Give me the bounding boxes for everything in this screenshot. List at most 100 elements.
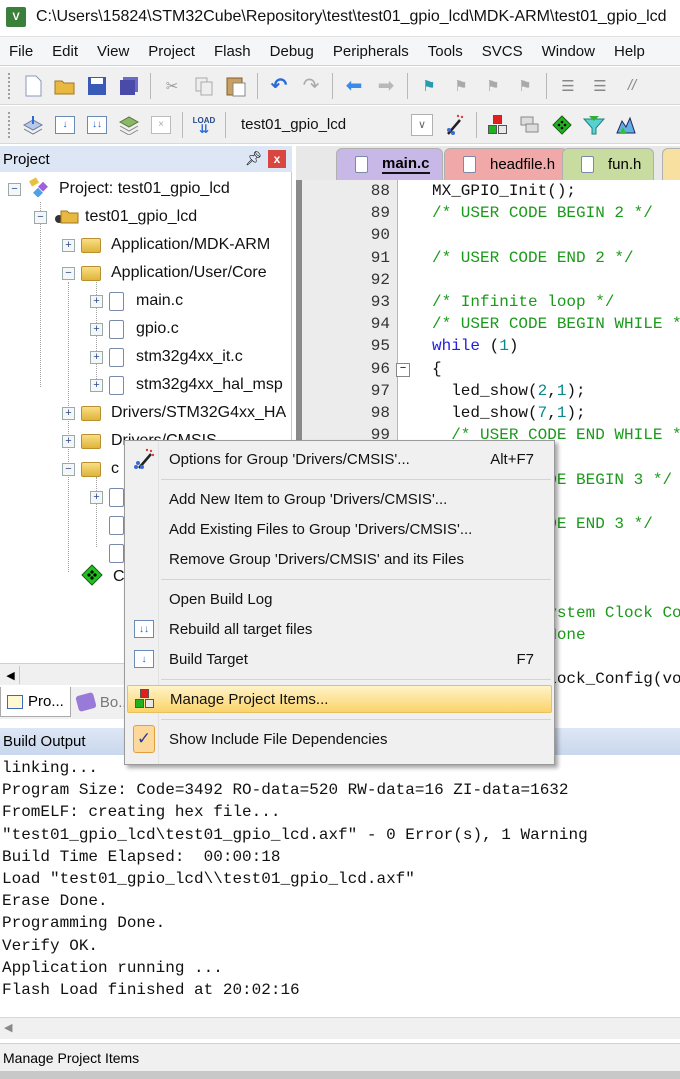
expand-icon[interactable]: + [90,322,103,336]
tree-item[interactable]: + Application/MDK-ARM [62,232,270,258]
line-number: 88 [370,182,390,200]
collapse-icon[interactable]: − [62,462,75,476]
stop-build-icon[interactable]: × [148,112,174,138]
menu-item-show-include-file-dependencies[interactable]: ✓ Show Include File Dependencies [127,725,552,753]
copy-icon[interactable] [191,73,217,99]
line-number: 97 [370,381,390,400]
build-output-pane[interactable]: linking... Program Size: Code=3492 RO-dat… [0,755,680,1017]
menu-edit[interactable]: Edit [43,43,88,60]
menu-peripherals[interactable]: Peripherals [324,43,419,60]
menu-item-build-target[interactable]: ↓ Build Target F7 [127,645,552,673]
open-folder-icon[interactable] [52,73,78,99]
download-icon[interactable]: LOAD ⇊ [191,112,217,138]
pin-icon[interactable]: 📌︎ [245,150,263,167]
expand-icon[interactable]: + [62,406,75,420]
back-arrow-icon[interactable]: ⬅ [341,73,367,99]
tree-item[interactable]: + stm32g4xx_hal_msp [90,372,283,398]
menu-item-manage-project-items[interactable]: Manage Project Items... [127,685,552,713]
expand-icon[interactable]: + [90,294,103,308]
menu-tools[interactable]: Tools [419,43,473,60]
target-options-icon[interactable] [442,112,468,138]
tree-item[interactable]: − Project: test01_gpio_lcd [8,176,230,202]
menu-file[interactable]: File [0,43,43,60]
runtime-env-icon[interactable] [613,112,639,138]
translate-icon[interactable] [20,112,46,138]
menu-item-options-for-group-drivers-cmsis[interactable]: Options for Group 'Drivers/CMSIS'... Alt+… [127,445,552,473]
tree-item[interactable]: − test01_gpio_lcd [34,204,197,230]
menu-svcs[interactable]: SVCS [473,43,533,60]
output-horizontal-scrollbar[interactable]: ◀ [0,1017,680,1039]
menu-item-add-existing-files-to-group-drivers-cmsis[interactable]: Add Existing Files to Group 'Drivers/CMS… [127,515,552,543]
tree-item[interactable]: − c [62,456,119,482]
project-tab-icon [7,694,23,709]
tree-item[interactable]: + Drivers/STM32G4xx_HA [62,400,286,426]
menu-view[interactable]: View [88,43,139,60]
scroll-left-icon[interactable]: ◀ [2,666,20,684]
new-file-icon[interactable] [20,73,46,99]
menu-item-rebuild-all-target-files[interactable]: ↓↓ Rebuild all target files [127,615,552,643]
toolbar-separator [257,72,258,99]
component-icon [81,563,103,591]
toolbar-grip[interactable] [8,72,11,99]
tab-fun-h[interactable]: fun.h [562,148,655,180]
cut-icon[interactable]: ✂ [159,73,185,99]
menu-project[interactable]: Project [139,43,205,60]
code-token: led_show( [432,381,538,400]
collapse-icon[interactable]: − [34,210,47,224]
collapse-icon[interactable]: − [62,266,75,280]
indent-icon[interactable]: ☰ [555,73,581,99]
menu-flash[interactable]: Flash [205,43,261,60]
undo-icon[interactable]: ↶ [266,73,292,99]
bookmark-icon[interactable]: ⚑ [416,73,442,99]
menu-item-remove-group-drivers-cmsis-and-its-files[interactable]: Remove Group 'Drivers/CMSIS' and its Fil… [127,545,552,573]
tree-item[interactable]: + gpio.c [90,316,179,342]
collapse-icon[interactable]: − [8,182,21,196]
event-recorder-icon[interactable] [581,112,607,138]
expand-icon[interactable]: + [62,434,75,448]
unindent-icon[interactable]: ☰ [587,73,613,99]
target-dropdown-button[interactable]: ∨ [411,113,433,136]
tab-headfile-h[interactable]: headfile.h [444,148,569,180]
menu-item-add-new-item-to-group-drivers-cmsis[interactable]: Add New Item to Group 'Drivers/CMSIS'... [127,485,552,513]
redo-icon[interactable]: ↷ [298,73,324,99]
fold-collapse-icon[interactable]: − [396,362,410,377]
expand-icon[interactable]: + [62,238,75,252]
forward-arrow-icon[interactable]: ➡ [373,73,399,99]
folder-icon [81,237,101,253]
tree-item-label: Drivers/STM32G4xx_HA [111,404,287,421]
next-bookmark-icon[interactable]: ⚑ [480,73,506,99]
tab-project[interactable]: Pro... [0,687,71,717]
prev-bookmark-icon[interactable]: ⚑ [448,73,474,99]
scroll-left-icon[interactable]: ◀ [4,1021,12,1034]
tree-item[interactable]: + main.c [90,288,183,314]
menu-debug[interactable]: Debug [261,43,324,60]
comment-icon[interactable]: // [619,73,645,99]
tree-item[interactable]: + stm32g4xx_it.c [90,344,243,370]
expand-icon[interactable]: + [90,350,103,364]
menu-window[interactable]: Window [533,43,605,60]
tab-more[interactable] [662,148,680,180]
tab-main-c[interactable]: main.c [336,148,443,180]
tree-item[interactable]: − Application/User/Core [62,260,267,286]
manage-project-items-icon[interactable] [485,112,511,138]
pack-installer-icon[interactable] [549,112,575,138]
close-panel-button[interactable]: x [268,150,286,168]
expand-icon[interactable]: + [90,378,103,392]
line-number: 96 [370,359,390,378]
toolbar-grip[interactable] [8,111,11,138]
menu-help[interactable]: Help [605,43,655,60]
batch-build-icon[interactable] [116,112,142,138]
build-icon[interactable]: ↓ [52,112,78,138]
select-packs-icon[interactable] [517,112,543,138]
tree-item[interactable]: C [62,563,125,591]
expand-icon[interactable]: + [90,490,103,504]
file-toolbar: ✂ ↶ ↷ ⬅ ➡ ⚑ ⚑ ⚑ ⚑ ☰ ☰ // [0,67,680,105]
target-select[interactable]: test01_gpio_lcd [231,116,411,133]
rebuild-icon[interactable]: ↓↓ [84,112,110,138]
menu-item-open-build-log[interactable]: Open Build Log [127,585,552,613]
code-text: /* Infinite loop */ [432,293,614,311]
clear-bookmarks-icon[interactable]: ⚑ [512,73,538,99]
paste-icon[interactable] [223,73,249,99]
save-all-icon[interactable] [116,73,142,99]
save-icon[interactable] [84,73,110,99]
